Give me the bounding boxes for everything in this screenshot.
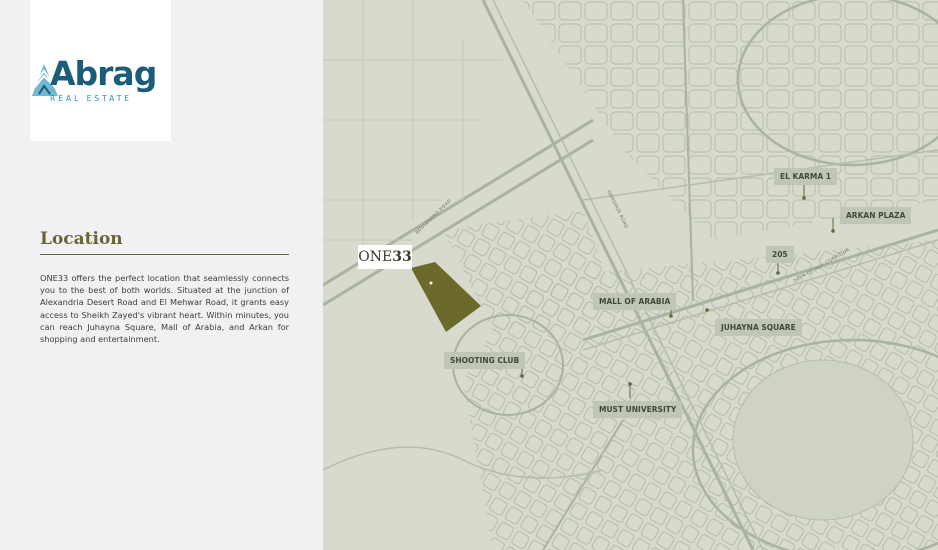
logo-tagline: REAL ESTATE <box>50 94 133 103</box>
map-canvas <box>323 0 938 550</box>
western-grid <box>323 0 503 260</box>
project-label-number: 33 <box>392 249 412 265</box>
title-divider <box>40 254 289 255</box>
project-pin-dot <box>429 281 433 285</box>
logo: Abrag REAL ESTATE <box>30 0 171 141</box>
landmark-juhayna-square[interactable]: JUHAYNA SQUARE <box>715 319 802 336</box>
location-description: ONE33 offers the perfect location that s… <box>40 273 289 345</box>
landmark-must-university[interactable]: MUST UNIVERSITY <box>593 401 683 418</box>
landmark-mall-of-arabia[interactable]: MALL OF ARABIA <box>593 293 677 310</box>
landmark-el-karma[interactable]: EL KARMA 1 <box>774 168 838 185</box>
logo-name: Abrag <box>50 54 157 93</box>
left-panel: Abrag REAL ESTATE Location ONE33 offers … <box>0 0 323 550</box>
open-space-south <box>732 359 914 521</box>
section-title: Location <box>40 229 123 249</box>
location-map[interactable]: ONE33 EL KARMA 1 ARKAN PLAZA 205 MALL OF… <box>323 0 938 550</box>
landmark-shooting-club[interactable]: SHOOTING CLUB <box>444 352 526 369</box>
project-label-prefix: ONE <box>358 249 393 265</box>
landmark-arkan-plaza[interactable]: ARKAN PLAZA <box>840 207 912 224</box>
project-label[interactable]: ONE33 <box>358 245 412 269</box>
landmark-205[interactable]: 205 <box>766 246 794 263</box>
urban-area-northeast <box>523 0 938 240</box>
